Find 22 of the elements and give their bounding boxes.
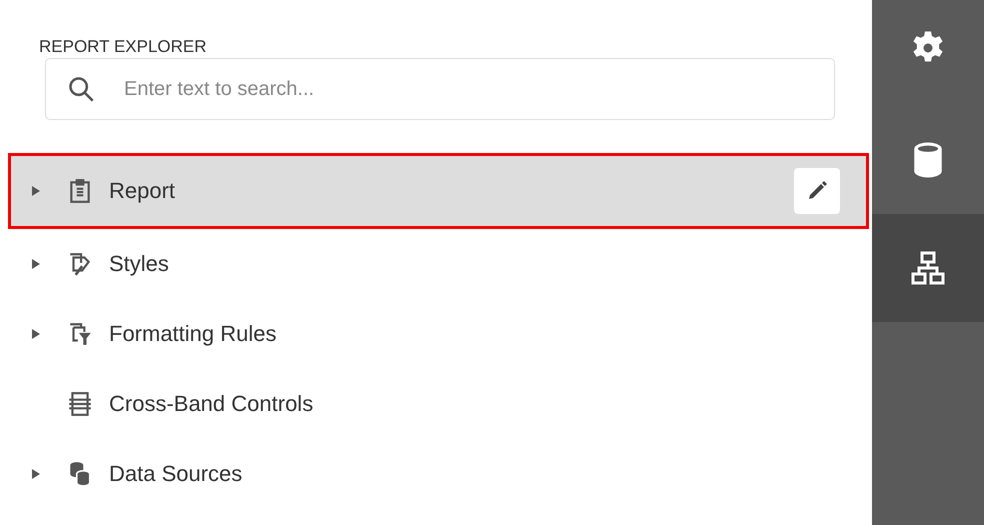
tree-item[interactable]: Cross-Band Controls xyxy=(0,369,872,439)
bands-icon xyxy=(67,391,93,417)
tree-item[interactable]: Styles xyxy=(0,229,872,299)
search-icon xyxy=(67,75,95,103)
edit-button[interactable] xyxy=(794,168,840,214)
tree-item-label: Formatting Rules xyxy=(109,321,278,347)
tree-item-label: Styles xyxy=(109,251,170,277)
side-tab[interactable] xyxy=(872,214,984,322)
tree-item[interactable]: Formatting Rules xyxy=(0,299,872,369)
tree-item-label: Data Sources xyxy=(109,461,244,487)
tree-item[interactable]: Data Sources xyxy=(0,439,872,509)
expand-arrow-icon[interactable] xyxy=(31,257,41,271)
database-icon xyxy=(913,141,943,179)
expand-arrow-icon[interactable] xyxy=(31,327,41,341)
expand-arrow-icon[interactable] xyxy=(31,467,41,481)
hierarchy-icon xyxy=(910,250,946,286)
expand-arrow-icon[interactable] xyxy=(31,184,41,198)
search-field[interactable]: Enter text to search... xyxy=(45,58,835,120)
tree-item-label: Report xyxy=(109,178,176,204)
panel-title: REPORT EXPLORER xyxy=(38,36,208,58)
tree-item-label: Cross-Band Controls xyxy=(109,391,314,417)
tree-item[interactable]: Report xyxy=(8,153,869,229)
